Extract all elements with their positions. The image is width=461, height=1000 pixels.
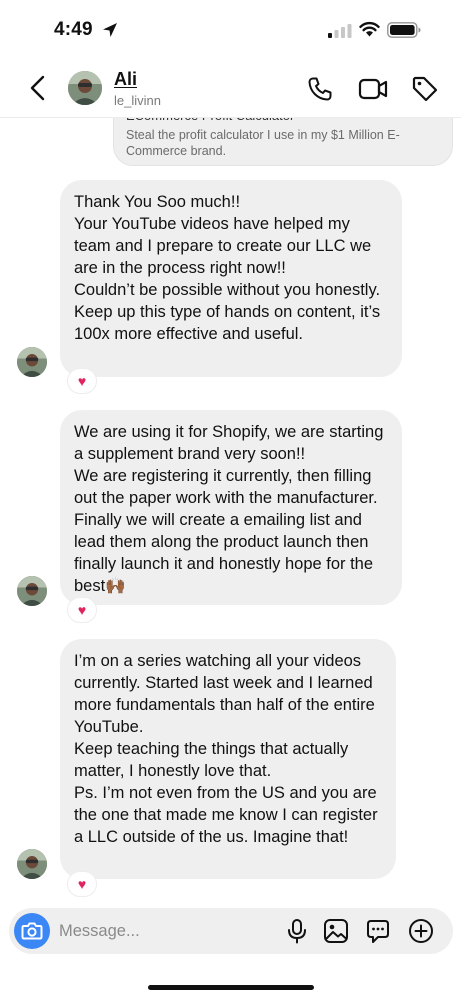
message-composer — [9, 908, 453, 954]
heart-icon: ♥ — [77, 602, 87, 618]
message-bubble[interactable]: I’m on a series watching all your videos… — [60, 639, 396, 879]
message-line: We are using it for Shopify, we are star… — [74, 423, 384, 463]
avatar-photo — [17, 347, 47, 377]
avatar-photo — [17, 849, 47, 879]
gallery-icon[interactable] — [323, 918, 349, 944]
sender-avatar[interactable] — [17, 576, 47, 606]
chat-header: Ali le_livinn — [0, 58, 461, 118]
sticker-icon[interactable] — [365, 918, 391, 944]
back-icon[interactable] — [26, 74, 50, 102]
message-line: I’m on a series watching all your videos… — [74, 652, 375, 736]
heart-reaction[interactable]: ♥ — [67, 597, 97, 623]
contact-name[interactable]: Ali — [114, 69, 137, 90]
signal-icon — [328, 24, 352, 38]
camera-button[interactable] — [14, 913, 50, 949]
tag-icon[interactable] — [411, 75, 439, 103]
message-input[interactable] — [59, 917, 279, 945]
battery-icon — [387, 22, 421, 38]
status-bar: 4:49 — [0, 0, 461, 58]
message-bubble[interactable]: Thank You Soo much!! Your YouTube videos… — [60, 180, 402, 377]
message-line: Keep teaching the things that actually m… — [74, 740, 349, 780]
plus-icon[interactable] — [408, 918, 434, 944]
mic-icon[interactable] — [285, 918, 309, 944]
message-bubble[interactable]: We are using it for Shopify, we are star… — [60, 410, 402, 605]
status-time: 4:49 — [54, 19, 93, 40]
video-icon[interactable] — [358, 76, 388, 102]
avatar-photo — [17, 576, 47, 606]
home-indicator[interactable] — [148, 985, 314, 990]
heart-reaction[interactable]: ♥ — [67, 368, 97, 394]
contact-avatar[interactable] — [68, 71, 102, 105]
sender-avatar[interactable] — [17, 849, 47, 879]
heart-reaction[interactable]: ♥ — [67, 871, 97, 897]
shared-link-description: Steal the profit calculator I use in my … — [126, 128, 400, 158]
contact-handle: le_livinn — [114, 93, 161, 108]
location-arrow-icon — [103, 23, 117, 37]
message-line: Couldn’t be possible without you honestl… — [74, 281, 381, 343]
message-line: Your YouTube videos have helped my team … — [74, 215, 372, 277]
message-line: We are registering it currently, then fi… — [74, 467, 378, 595]
sender-avatar[interactable] — [17, 347, 47, 377]
message-line: Thank You Soo much!! — [74, 193, 241, 211]
wifi-icon — [359, 21, 380, 37]
heart-icon: ♥ — [77, 373, 87, 389]
phone-icon[interactable] — [307, 76, 333, 102]
message-line: Ps. I’m not even from the US and you are… — [74, 784, 378, 846]
camera-icon — [21, 922, 43, 940]
heart-icon: ♥ — [77, 876, 87, 892]
avatar-photo — [68, 71, 102, 105]
